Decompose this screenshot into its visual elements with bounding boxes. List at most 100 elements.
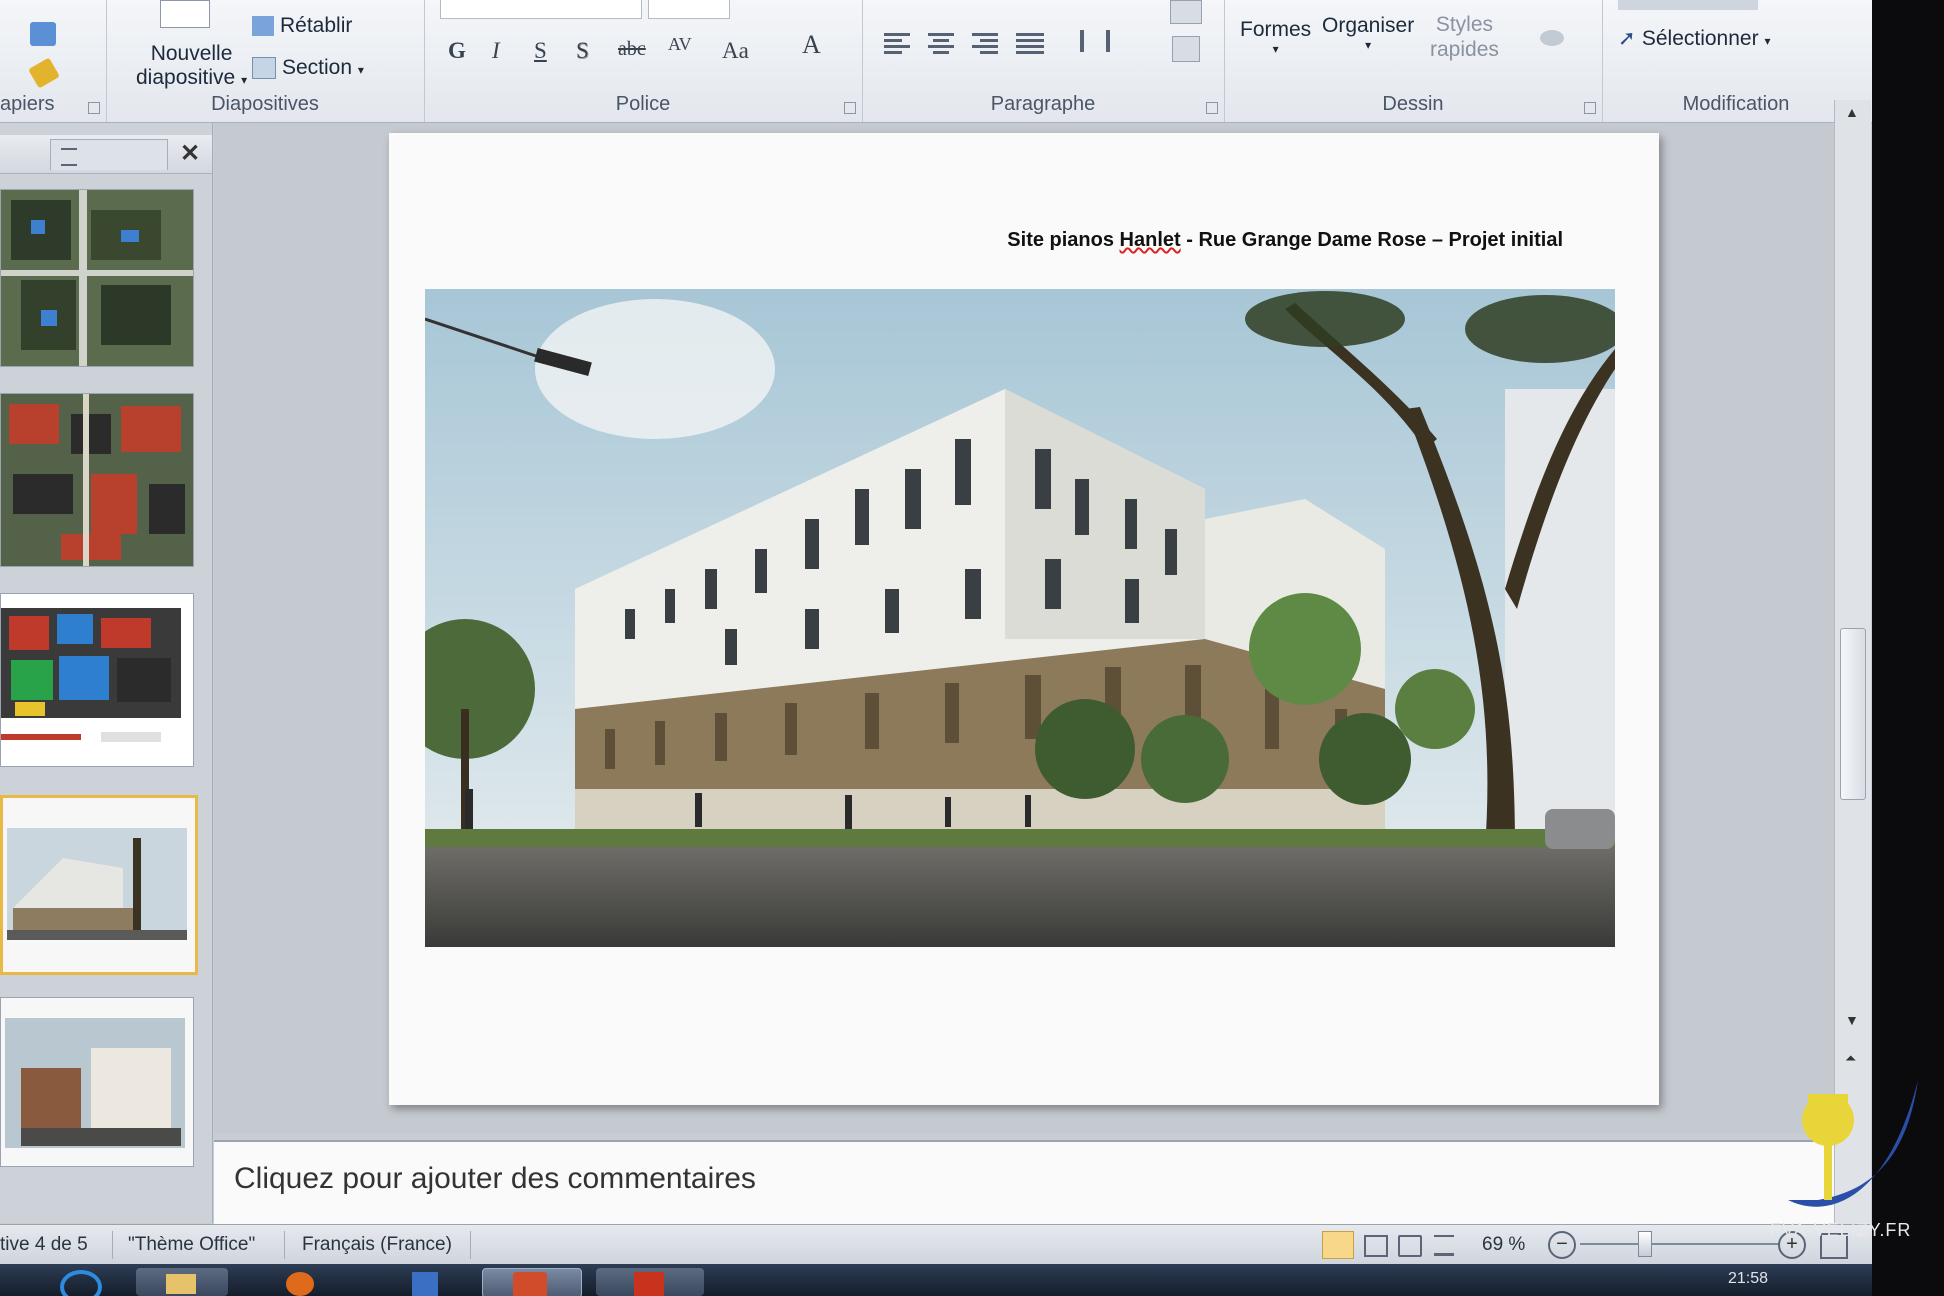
slide-thumbnail-1[interactable] — [0, 189, 194, 367]
status-divider — [470, 1231, 471, 1259]
slide-sorter-icon[interactable] — [1364, 1235, 1388, 1257]
internet-explorer-icon[interactable] — [50, 1268, 106, 1296]
zoom-level[interactable]: 69 % — [1482, 1234, 1525, 1256]
zoom-slider-track[interactable] — [1580, 1243, 1780, 1245]
status-bar: tive 4 de 5 "Thème Office" Français (Fra… — [0, 1224, 1872, 1265]
notes-placeholder: Cliquez pour ajouter des commentaires — [234, 1162, 756, 1195]
justify-icon[interactable] — [1016, 30, 1044, 54]
replace-button[interactable] — [1618, 0, 1758, 10]
text-direction-icon[interactable] — [1170, 0, 1202, 24]
language-indicator[interactable]: Français (France) — [302, 1234, 452, 1256]
select-button[interactable]: ➚ Sélectionner ▾ — [1618, 26, 1770, 51]
font-size-select[interactable] — [648, 0, 730, 19]
slide-indicator: tive 4 de 5 — [0, 1234, 88, 1255]
font-name-select[interactable] — [440, 0, 642, 19]
copy-icon[interactable] — [30, 22, 56, 46]
slide-thumbnail-5[interactable] — [0, 997, 194, 1167]
new-slide-icon[interactable] — [160, 0, 210, 28]
change-case-button[interactable]: Aa — [722, 38, 749, 64]
aerial-map-thumbnail — [1, 190, 193, 366]
building-render-thumbnail-2 — [1, 998, 193, 1166]
urban-plan-thumbnail — [1, 394, 193, 566]
building-render-thumbnail — [3, 798, 195, 972]
align-center-icon[interactable] — [928, 30, 956, 54]
panel-tab-bar: ✕ — [0, 135, 212, 174]
acrobat-task-icon[interactable] — [596, 1268, 704, 1296]
powerpoint-task-icon[interactable] — [482, 1268, 582, 1296]
arrange-label: Organiser — [1322, 14, 1415, 37]
notes-pane[interactable]: Cliquez pour ajouter des commentaires — [214, 1140, 1834, 1230]
quick-styles-label-2: rapides — [1430, 38, 1499, 61]
close-panel-icon[interactable]: ✕ — [180, 139, 200, 168]
explorer-task-icon[interactable] — [136, 1268, 228, 1296]
smartart-icon[interactable] — [1172, 36, 1200, 62]
strikethrough-button[interactable]: abc — [618, 38, 646, 61]
section-label: Section — [282, 56, 353, 79]
drawing-group: Formes ▾ Organiser ▾ Styles rapides Dess… — [1224, 0, 1603, 122]
zoom-out-icon[interactable]: − — [1548, 1231, 1576, 1259]
zoning-map-thumbnail — [1, 594, 193, 766]
italic-button[interactable]: I — [492, 38, 500, 64]
building-render-image[interactable] — [425, 289, 1615, 947]
taskbar-clock: 21:58 — [1728, 1270, 1769, 1287]
select-label: Sélectionner — [1641, 27, 1759, 50]
slide-thumbnail-2[interactable] — [0, 393, 194, 567]
slide-thumbnail-4[interactable] — [0, 795, 198, 975]
theme-name[interactable]: "Thème Office" — [128, 1234, 255, 1256]
slides-group: Nouvelle diapositive ▾ Rétablir Section … — [106, 0, 425, 122]
slides-group-label: Diapositives — [211, 93, 319, 115]
previous-slide-icon[interactable]: ⏶ — [1845, 1050, 1856, 1067]
outline-icon — [61, 148, 77, 166]
clipboard-launcher-icon[interactable] — [88, 102, 100, 114]
font-launcher-icon[interactable] — [844, 102, 856, 114]
quick-styles-label: Styles — [1435, 13, 1494, 36]
slideshow-icon[interactable] — [1434, 1235, 1454, 1256]
section-icon — [252, 57, 276, 80]
arrange-button[interactable]: Organiser ▾ — [1322, 14, 1414, 52]
outline-tab[interactable] — [50, 139, 168, 170]
normal-view-icon[interactable] — [1322, 1231, 1354, 1259]
shapes-button[interactable]: Formes ▾ — [1240, 18, 1311, 56]
underline-button[interactable]: S — [534, 38, 547, 64]
media-player-logo — [286, 1272, 314, 1296]
acrobat-logo — [634, 1272, 664, 1296]
font-color-button[interactable]: A — [802, 30, 821, 60]
format-painter-icon[interactable] — [28, 57, 60, 89]
clipboard-group: apiers — [0, 0, 107, 122]
scrollbar-thumb[interactable] — [1840, 628, 1866, 800]
powerpoint-logo — [513, 1272, 547, 1296]
editing-group-label: Modification — [1682, 93, 1790, 115]
reset-label: Rétablir — [280, 14, 353, 37]
align-left-icon[interactable] — [884, 30, 912, 54]
shadow-button[interactable]: S — [576, 38, 589, 64]
slide-thumbnail-3[interactable] — [0, 593, 194, 767]
scroll-down-icon[interactable]: ▼ — [1845, 1012, 1859, 1028]
reading-view-icon[interactable] — [1398, 1235, 1422, 1257]
paragraph-launcher-icon[interactable] — [1206, 102, 1218, 114]
media-player-icon[interactable] — [270, 1268, 332, 1296]
ribbon: apiers Nouvelle diapositive ▾ Rétablir S… — [0, 0, 1872, 123]
zoom-slider-thumb[interactable] — [1638, 1231, 1652, 1257]
ie-logo — [60, 1270, 102, 1296]
paint-logo — [412, 1272, 438, 1296]
drawing-launcher-icon[interactable] — [1584, 102, 1596, 114]
character-spacing-button[interactable]: AV — [668, 34, 692, 55]
section-button[interactable]: Section ▾ — [252, 56, 364, 80]
fva-logo-emblem — [1788, 1080, 1918, 1207]
drawing-group-label: Dessin — [1382, 93, 1444, 115]
scroll-up-icon[interactable]: ▲ — [1845, 104, 1859, 120]
paint-icon[interactable] — [396, 1268, 458, 1296]
shapes-label: Formes — [1240, 18, 1312, 41]
reset-button[interactable]: Rétablir — [252, 14, 352, 38]
bold-button[interactable]: G — [448, 38, 466, 64]
shape-effects-icon[interactable] — [1540, 30, 1564, 46]
align-right-icon[interactable] — [972, 30, 1000, 54]
vertical-scrollbar[interactable]: ▲ ▼ ⏶ — [1834, 100, 1871, 1230]
slide-title[interactable]: Site pianos Hanlet - Rue Grange Dame Ros… — [1007, 229, 1563, 252]
cursor-arrow-icon: ➚ — [1618, 27, 1636, 50]
columns-icon[interactable] — [1080, 30, 1110, 52]
current-slide[interactable]: Site pianos Hanlet - Rue Grange Dame Ros… — [389, 133, 1659, 1105]
slide-title-misspelled-word: Hanlet — [1119, 229, 1181, 251]
new-slide-button[interactable]: Nouvelle diapositive ▾ — [136, 42, 247, 92]
quick-styles-button[interactable]: Styles rapides — [1430, 12, 1499, 62]
